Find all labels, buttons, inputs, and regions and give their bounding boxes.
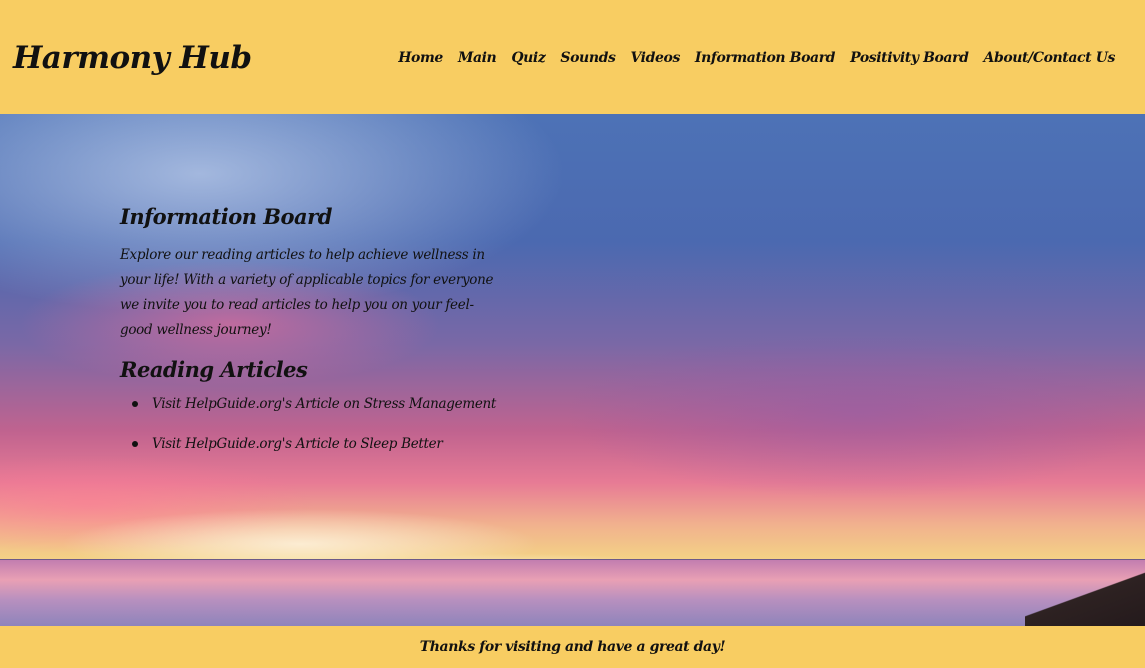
- information-board-content: Information Board Explore our reading ar…: [120, 204, 500, 476]
- nav-link-home[interactable]: Home: [398, 50, 443, 66]
- hero-sunset-background: Information Board Explore our reading ar…: [0, 114, 1145, 626]
- site-footer: Thanks for visiting and have a great day…: [0, 626, 1145, 668]
- intro-text: Explore our reading articles to help ach…: [120, 247, 494, 338]
- list-item: Visit HelpGuide.org's Article on Stress …: [132, 396, 500, 412]
- nav-link-about-contact[interactable]: About/Contact Us: [983, 50, 1115, 66]
- site-logo[interactable]: Harmony Hub: [13, 40, 252, 76]
- sea-image: [0, 559, 1145, 626]
- nav-link-positivity-board[interactable]: Positivity Board: [850, 50, 969, 66]
- bullet-icon: [132, 401, 138, 407]
- reading-articles-heading: Reading Articles: [120, 357, 308, 382]
- main-nav: Home Main Quiz Sounds Videos Information…: [398, 50, 1115, 66]
- list-item: Visit HelpGuide.org's Article to Sleep B…: [132, 436, 500, 452]
- page-title: Information Board: [120, 204, 332, 229]
- nav-link-videos[interactable]: Videos: [630, 50, 680, 66]
- article-link-stress-management[interactable]: Visit HelpGuide.org's Article on Stress …: [152, 396, 496, 412]
- shore-image: [1025, 562, 1145, 626]
- nav-link-quiz[interactable]: Quiz: [511, 50, 545, 66]
- nav-link-information-board[interactable]: Information Board: [695, 50, 836, 66]
- site-header: Harmony Hub Home Main Quiz Sounds Videos…: [0, 0, 1145, 114]
- article-list: Visit HelpGuide.org's Article on Stress …: [120, 396, 500, 452]
- bullet-icon: [132, 441, 138, 447]
- footer-text: Thanks for visiting and have a great day…: [419, 639, 726, 655]
- nav-link-sounds[interactable]: Sounds: [560, 50, 615, 66]
- nav-link-main[interactable]: Main: [458, 50, 497, 66]
- article-link-sleep-better[interactable]: Visit HelpGuide.org's Article to Sleep B…: [152, 436, 443, 452]
